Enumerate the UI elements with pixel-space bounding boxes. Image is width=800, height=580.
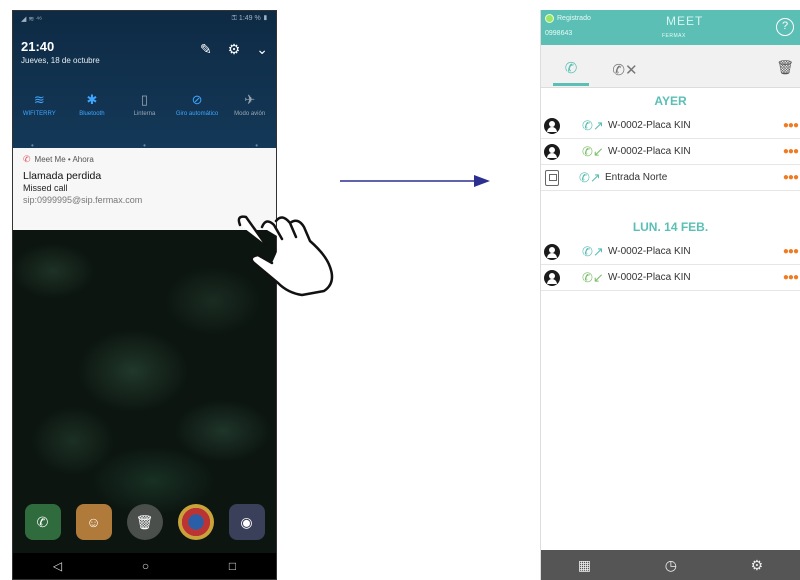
call-name: W-0002-Placa KIN <box>608 246 691 257</box>
bluetooth-icon: ✱ <box>86 92 98 107</box>
notification-sip: sip:0999995@sip.fermax.com <box>23 195 143 205</box>
brand-logo: MEET <box>666 14 704 28</box>
registration-label: Registrado <box>557 15 591 22</box>
outgoing-call-icon: ✆↗ <box>582 243 604 259</box>
call-row[interactable]: ✆↙ W-0002-Placa KIN ●●● <box>541 265 800 291</box>
notification-header: ✆ Meet Me • Ahora <box>23 154 266 165</box>
building-icon[interactable]: ▦ <box>578 557 591 574</box>
tile-label: WIFITERRY <box>22 111 56 117</box>
person-icon <box>544 243 560 260</box>
back-icon[interactable]: ◁ <box>53 559 62 573</box>
more-options-icon[interactable]: ●●● <box>783 120 799 131</box>
door-panel-icon <box>545 169 559 186</box>
status-dot-icon <box>545 14 554 23</box>
status-bar: ◢ ≋ ⁴⁶ ⚿ 1:49 % ▮ <box>21 15 268 27</box>
app-header: Registrado 0998643 MEET FERMAX ? <box>541 10 800 45</box>
bottom-nav: ▦ ◷ ⚙ <box>541 550 800 580</box>
help-icon[interactable]: ? <box>776 18 794 36</box>
tile-label: Giro automático <box>175 111 219 117</box>
camera-app-icon[interactable]: ◉ <box>228 504 265 540</box>
more-options-icon[interactable]: ●●● <box>783 246 799 257</box>
device-id: 0998643 <box>545 30 573 37</box>
section-header: AYER <box>654 94 687 108</box>
notification-subtitle: Missed call <box>23 183 68 193</box>
browser-app-icon[interactable] <box>177 504 214 540</box>
auto-rotate-icon: ⊘ <box>191 92 203 107</box>
tile-auto-rotate[interactable]: ⊘ Giro automático <box>172 91 222 118</box>
outgoing-call-icon: ✆↗ <box>582 117 604 133</box>
tab-all-calls[interactable]: ✆ <box>553 53 589 86</box>
gear-icon[interactable]: ⚙ <box>228 41 241 58</box>
call-name: W-0002-Placa KIN <box>608 146 691 157</box>
person-icon <box>544 269 560 286</box>
tile-label: Bluetooth <box>79 111 105 117</box>
trash-app-icon[interactable]: 🗑 <box>126 504 163 540</box>
trash-icon[interactable]: 🗑 <box>776 59 794 76</box>
more-options-icon[interactable]: ●●● <box>783 272 799 283</box>
outgoing-call-icon: ✆↗ <box>579 169 601 185</box>
contacts-app-icon[interactable]: ☺ <box>75 504 112 540</box>
arrow-icon <box>340 175 490 187</box>
meet-me-app-screen: Registrado 0998643 MEET FERMAX ? ✆ ✆✕ 🗑 … <box>540 10 800 580</box>
phone-wave-icon: ✆ <box>564 60 578 77</box>
call-name: W-0002-Placa KIN <box>608 120 691 131</box>
phone-app-icon[interactable]: ✆ <box>24 504 61 540</box>
more-options-icon[interactable]: ●●● <box>783 146 799 157</box>
call-name: W-0002-Placa KIN <box>608 272 691 283</box>
android-nav-bar: ◁ ○ □ <box>13 553 276 579</box>
recents-icon[interactable]: □ <box>229 559 236 573</box>
tile-label: Linterna <box>133 111 156 117</box>
tab-missed-calls[interactable]: ✆✕ <box>607 53 643 86</box>
brand-sub: FERMAX <box>662 33 686 39</box>
date-label: Jueves, 18 de octubre <box>21 56 100 65</box>
missed-call-icon: ✆ <box>23 154 31 164</box>
gear-icon[interactable]: ⚙ <box>751 557 764 574</box>
more-options-icon[interactable]: ●●● <box>783 172 799 183</box>
call-row[interactable]: ✆↙ W-0002-Placa KIN ●●● <box>541 139 800 165</box>
edit-icon[interactable]: ✎ <box>200 41 212 58</box>
notification-title: Llamada perdida <box>23 170 102 182</box>
airplane-icon: ✈ <box>244 92 256 107</box>
call-name: Entrada Norte <box>605 172 668 183</box>
notification-app: Meet Me • Ahora <box>34 155 94 164</box>
call-row[interactable]: ✆↗ Entrada Norte ●●● <box>541 165 800 191</box>
pointing-hand-icon <box>237 215 334 297</box>
tile-wifi[interactable]: ≋ WIFITERRY <box>14 91 64 118</box>
person-icon <box>544 143 560 160</box>
call-row[interactable]: ✆↗ W-0002-Placa KIN ●●● <box>541 239 800 265</box>
tile-flashlight[interactable]: ▯ Linterna <box>119 91 169 118</box>
section-header: LUN. 14 FEB. <box>632 220 709 234</box>
call-row[interactable]: ✆↗ W-0002-Placa KIN ●●● <box>541 113 800 139</box>
missed-call-icon: ✆✕ <box>612 61 638 79</box>
registration-status: Registrado <box>545 14 591 23</box>
incoming-call-icon: ✆↙ <box>582 269 604 285</box>
clock: 21:40 <box>21 39 55 54</box>
quick-settings: ≋ WIFITERRY ✱ Bluetooth ▯ Linterna ⊘ Gir… <box>13 91 276 118</box>
app-dock: ✆ ☺ 🗑 ◉ <box>13 504 276 540</box>
wifi-icon: ≋ <box>33 92 45 107</box>
notification-shade: ◢ ≋ ⁴⁶ ⚿ 1:49 % ▮ 21:40 Jueves, 18 de oc… <box>13 11 276 161</box>
signal-icons: ◢ ≋ ⁴⁶ <box>21 16 43 23</box>
tile-label: Modo avión <box>234 111 266 117</box>
call-filter-tabs: ✆ ✆✕ 🗑 <box>541 45 800 88</box>
incoming-call-icon: ✆↙ <box>582 143 604 159</box>
tile-bluetooth[interactable]: ✱ Bluetooth <box>67 91 117 118</box>
person-icon <box>544 117 560 134</box>
shade-actions: ✎ ⚙ ⌄ <box>200 41 268 58</box>
chevron-down-icon[interactable]: ⌄ <box>256 41 268 58</box>
home-icon[interactable]: ○ <box>142 559 149 573</box>
flashlight-icon: ▯ <box>140 92 149 107</box>
clock-icon[interactable]: ◷ <box>665 557 677 574</box>
battery-status: ⚿ 1:49 % ▮ <box>231 15 268 22</box>
tile-airplane[interactable]: ✈ Modo avión <box>225 91 275 118</box>
